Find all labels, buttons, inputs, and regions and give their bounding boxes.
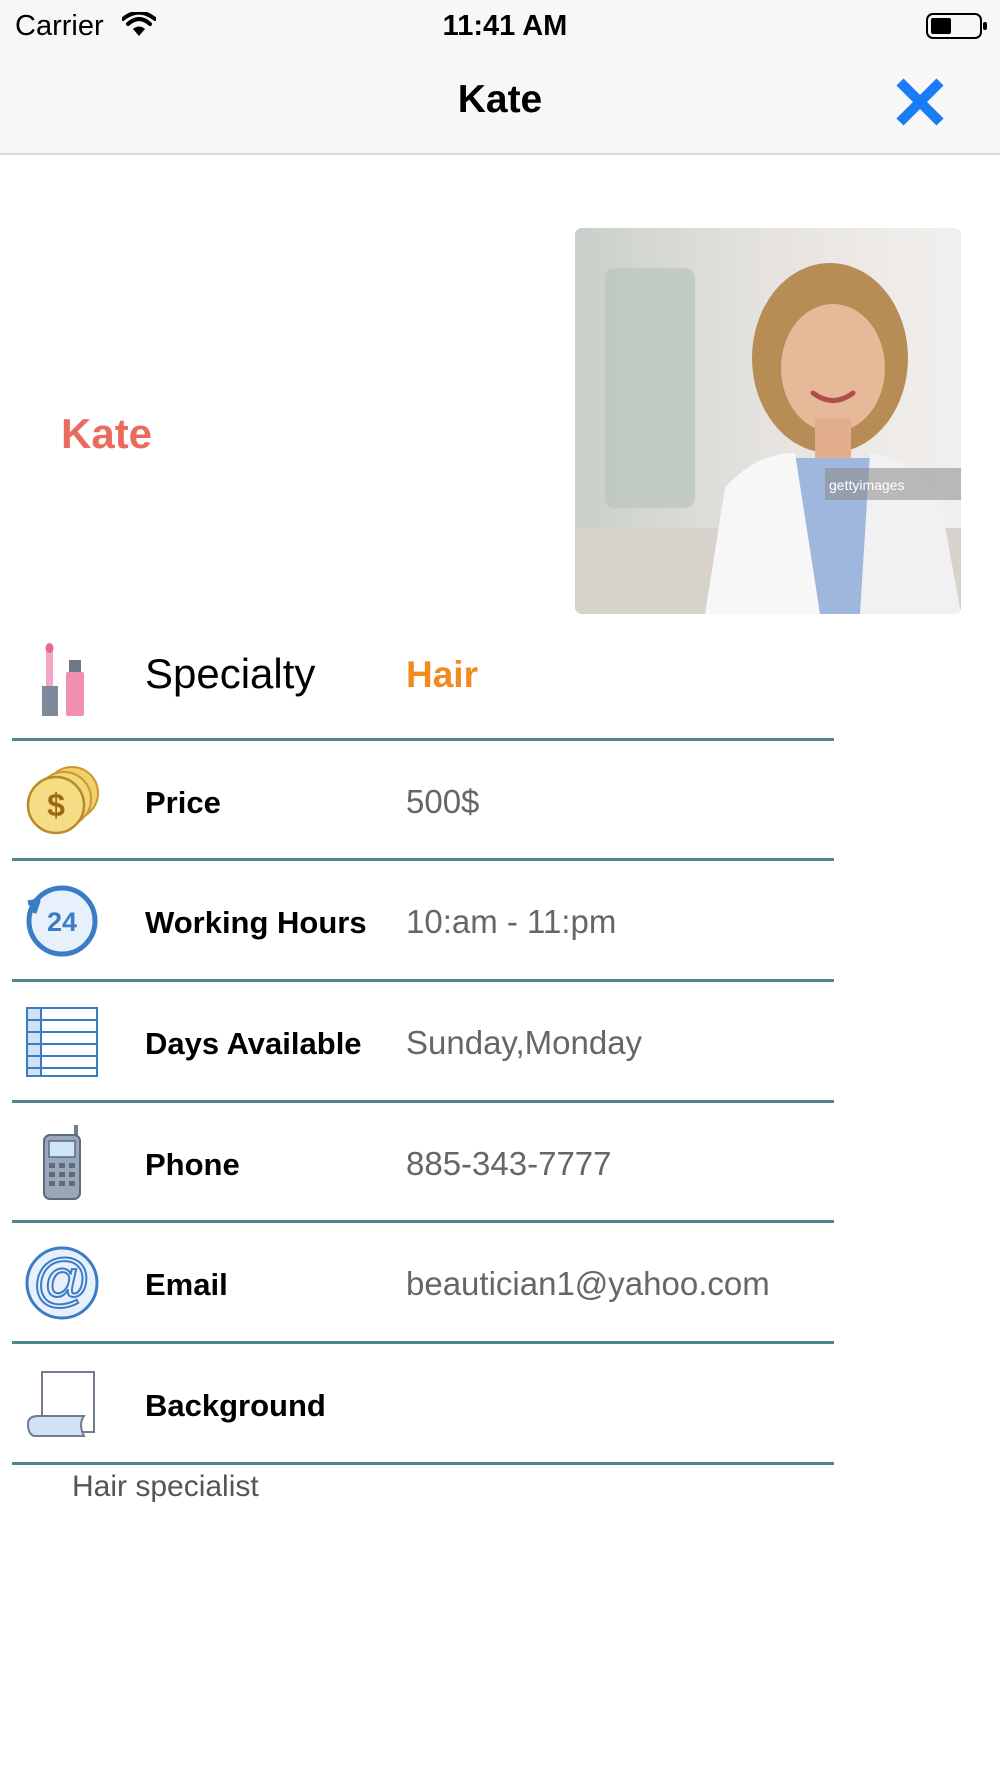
specialty-label: Specialty <box>145 650 316 697</box>
detail-row-specialty: Specialty Hair <box>12 620 834 741</box>
status-bar: Carrier 11:41 AM <box>0 0 1000 52</box>
portrait-photo: gettyimages <box>575 228 961 614</box>
specialty-value: Hair <box>406 654 478 695</box>
detail-row-days-available: Days Available Sunday,Monday <box>12 982 834 1103</box>
detail-row-email: @ Email beautician1@yahoo.com <box>12 1223 834 1345</box>
email-value[interactable]: beautician1@yahoo.com <box>406 1265 770 1303</box>
working-hours-value: 10:am - 11:pm <box>406 903 617 941</box>
svg-text:24: 24 <box>47 907 77 937</box>
details-list: Specialty Hair $ Price 500$ 24 Working H… <box>12 620 834 1465</box>
price-label: Price <box>145 784 221 820</box>
detail-row-background: Background <box>12 1344 834 1465</box>
scroll-icon <box>26 1371 95 1438</box>
photo-watermark: gettyimages <box>829 477 904 493</box>
profile-photo: gettyimages <box>575 228 961 614</box>
days-available-value: Sunday,Monday <box>406 1024 643 1062</box>
background-description: Hair specialist <box>72 1470 259 1503</box>
phone-icon <box>43 1124 81 1200</box>
phone-label: Phone <box>145 1146 240 1182</box>
background-label: Background <box>145 1388 326 1424</box>
email-label: Email <box>145 1267 228 1303</box>
detail-row-price: $ Price 500$ <box>12 741 834 862</box>
cosmetics-icon <box>42 643 84 716</box>
working-hours-label: Working Hours <box>145 905 367 941</box>
profile-name: Kate <box>61 410 153 457</box>
detail-row-working-hours: 24 Working Hours 10:am - 11:pm <box>12 861 834 983</box>
status-time: 11:41 AM <box>442 10 568 42</box>
price-value: 500$ <box>406 782 480 820</box>
24-hours-icon: 24 <box>26 885 98 957</box>
nav-title: Kate <box>457 78 543 121</box>
phone-value[interactable]: 885-343-7777 <box>406 1145 612 1183</box>
navigation-bar: Kate <box>0 52 1000 155</box>
battery-icon <box>926 13 987 39</box>
close-icon[interactable] <box>892 74 948 130</box>
email-icon: @ <box>25 1246 99 1320</box>
detail-row-phone: Phone 885-343-7777 <box>12 1103 834 1224</box>
coins-icon: $ <box>26 765 99 834</box>
days-available-label: Days Available <box>145 1026 362 1062</box>
svg-text:$: $ <box>47 787 65 823</box>
svg-text:@: @ <box>33 1248 92 1313</box>
calendar-list-icon <box>26 1007 98 1078</box>
